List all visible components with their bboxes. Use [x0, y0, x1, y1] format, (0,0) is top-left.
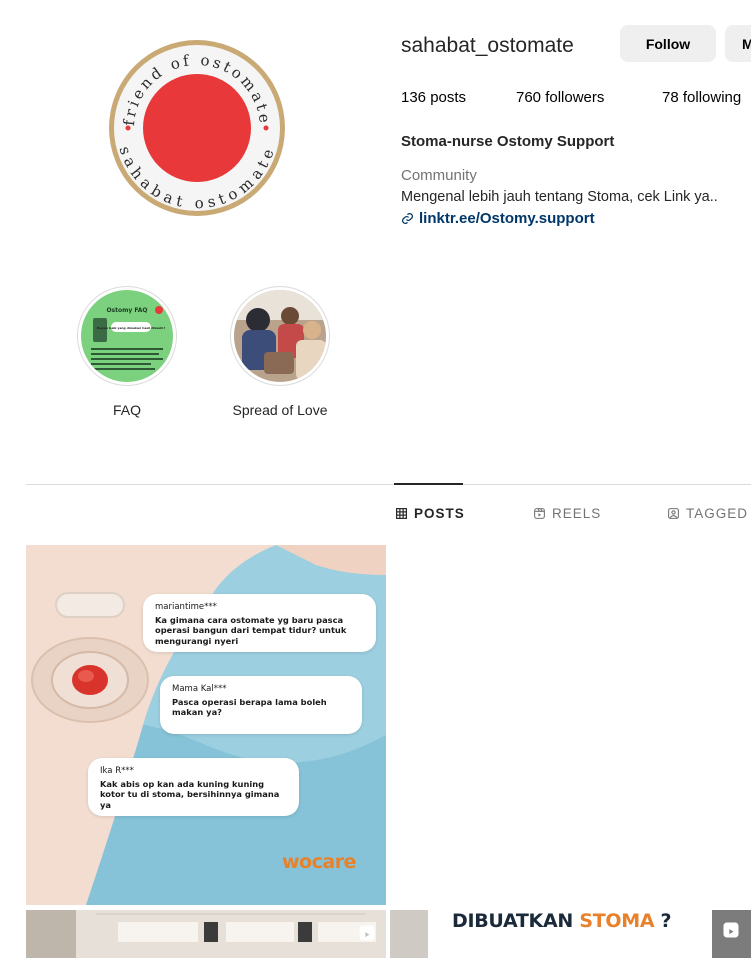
highlight-love-label: Spread of Love	[232, 402, 328, 418]
grid-icon	[396, 508, 407, 519]
comment-bubble: Ika R*** Kak abis op kan ada kuning kuni…	[88, 758, 299, 816]
profile-page: friend of ostomate sahabat ostomate saha…	[0, 0, 751, 958]
follow-button[interactable]: Follow	[620, 25, 716, 62]
reels-icon	[534, 508, 545, 519]
tab-tagged-label: TAGGED	[686, 506, 749, 521]
comment-text: Ka gimana cara ostomate yg baru pasca op…	[155, 615, 347, 646]
avatar-logo: friend of ostomate sahabat ostomate	[109, 40, 285, 216]
post2-image	[26, 910, 386, 958]
highlight-faq[interactable]: Ostomy FAQ Bayam baik yang dimakan hasil…	[77, 286, 177, 418]
post3-title-prefix: DIBUATKAN	[452, 910, 580, 932]
link-icon	[402, 213, 413, 224]
followers-count[interactable]: 760 followers	[516, 89, 604, 106]
comment-bubble: mariantime*** Ka gimana cara ostomate yg…	[143, 594, 376, 652]
post3-title: DIBUATKAN STOMA ?	[452, 910, 672, 932]
profile-category: Community	[401, 167, 477, 184]
following-count[interactable]: 78 following	[662, 89, 741, 106]
post-tile[interactable]: mariantime*** Ka gimana cara ostomate yg…	[26, 545, 386, 905]
profile-link[interactable]: linktr.ee/Ostomy.support	[401, 210, 595, 227]
comment-author: Mama Kal***	[172, 684, 227, 694]
comment-bubble: Mama Kal*** Pasca operasi berapa lama bo…	[160, 676, 362, 734]
tab-reels[interactable]: REELS	[533, 506, 601, 521]
faq-cover-title: Ostomy FAQ	[106, 307, 147, 314]
profile-avatar[interactable]: friend of ostomate sahabat ostomate	[108, 39, 286, 217]
message-button[interactable]: Message	[725, 25, 751, 62]
faq-cover-question: Bayam baik yang dimakan hasil dikasih?	[97, 326, 166, 330]
highlight-love-ring[interactable]	[230, 286, 330, 386]
comment-author: Ika R***	[100, 766, 134, 776]
reel-badge-icon	[723, 922, 739, 938]
highlight-spread-of-love[interactable]: Spread of Love	[230, 286, 330, 418]
comment-text: Kak abis op kan ada kuning kuning kotor …	[100, 779, 280, 810]
highlight-faq-label: FAQ	[112, 402, 141, 418]
profile-link-text[interactable]: linktr.ee/Ostomy.support	[419, 210, 595, 227]
highlight-faq-cover: Ostomy FAQ Bayam baik yang dimakan hasil…	[81, 290, 173, 382]
tab-tagged[interactable]: TAGGED	[667, 506, 748, 521]
tab-active-indicator	[394, 483, 463, 485]
comment-author: mariantime***	[155, 602, 217, 612]
profile-username: sahabat_ostomate	[401, 34, 574, 57]
profile-bio: Mengenal lebih jauh tentang Stoma, cek L…	[401, 189, 718, 205]
post-tile[interactable]: DIBUATKAN STOMA ?	[390, 910, 751, 958]
tab-reels-label: REELS	[552, 506, 602, 521]
highlight-faq-ring[interactable]: Ostomy FAQ Bayam baik yang dimakan hasil…	[77, 286, 177, 386]
post3-title-suffix: ?	[654, 910, 672, 932]
comment-text: Pasca operasi berapa lama boleh makan ya…	[172, 697, 327, 718]
profile-full-name: Stoma-nurse Ostomy Support	[401, 133, 615, 150]
tagged-icon	[668, 508, 679, 519]
brand-logo-text: wocare	[282, 851, 356, 873]
tabs-divider	[26, 484, 751, 485]
highlight-love-cover	[234, 290, 326, 382]
post-tile[interactable]	[26, 910, 386, 958]
tab-posts-label: POSTS	[414, 506, 465, 521]
post3-title-accent: STOMA	[579, 910, 655, 932]
reel-badge-icon	[359, 925, 375, 941]
tab-posts[interactable]: POSTS	[395, 506, 465, 521]
posts-count: 136 posts	[401, 89, 467, 106]
